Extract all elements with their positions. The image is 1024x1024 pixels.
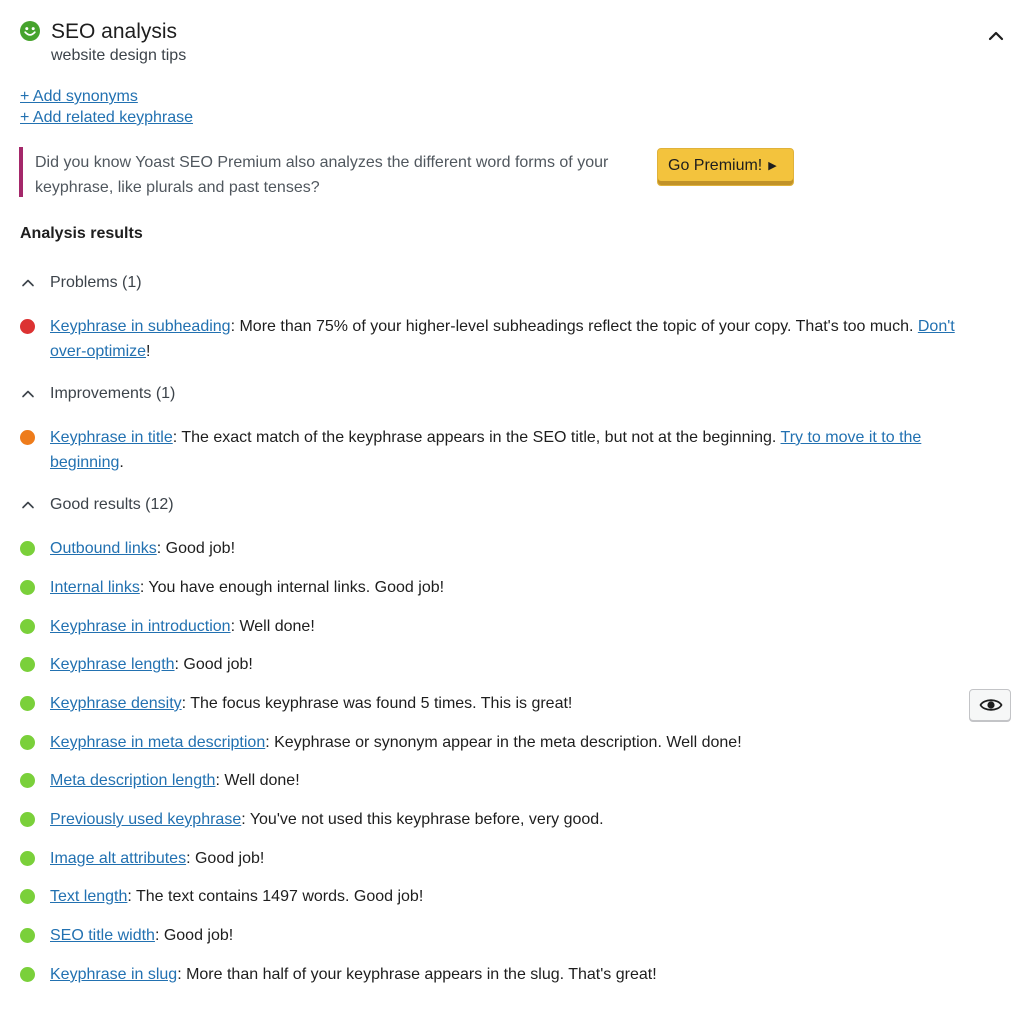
result-message: : The exact match of the keyphrase appea… <box>172 429 781 446</box>
bad-status-bullet <box>20 319 35 334</box>
eye-icon <box>979 699 1003 711</box>
premium-upsell-notice: Did you know Yoast SEO Premium also anal… <box>19 147 803 197</box>
result-assessment-link[interactable]: Previously used keyphrase <box>50 811 241 828</box>
good-status-bullet <box>20 541 35 556</box>
chevron-up-icon[interactable] <box>984 24 1008 48</box>
result-assessment-link[interactable]: Keyphrase density <box>50 695 182 712</box>
result-message: : Well done! <box>230 618 315 635</box>
result-text: Keyphrase length: Good job! <box>50 652 990 677</box>
result-message: : Good job! <box>186 850 265 867</box>
result-assessment-link[interactable]: Meta description length <box>50 772 215 789</box>
chevron-up-icon <box>22 501 34 509</box>
result-assessment-link[interactable]: Image alt attributes <box>50 850 186 867</box>
seo-analysis-header[interactable]: SEO analysis website design tips <box>20 18 1010 68</box>
result-text: Previously used keyphrase: You've not us… <box>50 807 990 832</box>
chevron-up-icon <box>22 390 34 398</box>
result-message: : Good job! <box>156 540 236 557</box>
good-status-bullet <box>20 889 35 904</box>
premium-notice-text: Did you know Yoast SEO Premium also anal… <box>35 154 609 196</box>
result-message: : Well done! <box>215 772 300 789</box>
good-status-bullet <box>20 851 35 866</box>
result-message: : You've not used this keyphrase before,… <box>241 811 604 828</box>
result-text: Keyphrase in slug: More than half of you… <box>50 962 990 987</box>
result-text: Keyphrase in title: The exact match of t… <box>50 425 990 475</box>
result-message: : The focus keyphrase was found 5 times.… <box>181 695 573 712</box>
problems-label: Problems (1) <box>50 274 142 291</box>
improvements-label: Improvements (1) <box>50 385 176 402</box>
result-text: SEO title width: Good job! <box>50 923 990 948</box>
add-related-keyphrase-link[interactable]: + Add related keyphrase <box>20 108 193 128</box>
result-assessment-link[interactable]: Internal links <box>50 579 140 596</box>
panel-title: SEO analysis <box>51 20 178 43</box>
result-text: Meta description length: Well done! <box>50 768 990 793</box>
good-status-bullet <box>20 735 35 750</box>
result-message-end: ! <box>146 343 151 360</box>
result-assessment-link[interactable]: Keyphrase in meta description <box>50 734 265 751</box>
go-premium-label: Go Premium! <box>668 157 763 174</box>
chevron-up-icon <box>22 279 34 287</box>
result-text: Outbound links: Good job! <box>50 536 990 561</box>
result-text: Keyphrase density: The focus keyphrase w… <box>50 691 990 716</box>
good-status-bullet <box>20 812 35 827</box>
result-assessment-link[interactable]: Keyphrase in introduction <box>50 618 231 635</box>
result-text: Text length: The text contains 1497 word… <box>50 884 990 909</box>
good-status-bullet <box>20 619 35 634</box>
result-assessment-link[interactable]: Outbound links <box>50 540 157 557</box>
result-assessment-link[interactable]: Keyphrase in subheading <box>50 318 231 335</box>
result-text: Keyphrase in subheading: More than 75% o… <box>50 314 990 364</box>
good-status-bullet <box>20 967 35 982</box>
caret-right-icon: ▶ <box>768 160 777 172</box>
result-message: : More than 75% of your higher-level sub… <box>230 318 918 335</box>
result-assessment-link[interactable]: SEO title width <box>50 927 155 944</box>
ok-status-bullet <box>20 430 35 445</box>
result-assessment-link[interactable]: Text length <box>50 888 127 905</box>
good-status-bullet <box>20 657 35 672</box>
good-status-bullet <box>20 696 35 711</box>
result-message: : Good job! <box>154 927 234 944</box>
result-text: Keyphrase in meta description: Keyphrase… <box>50 730 990 755</box>
result-assessment-link[interactable]: Keyphrase in slug <box>50 966 177 983</box>
highlight-keyphrase-button[interactable] <box>969 689 1011 721</box>
result-message: : Keyphrase or synonym appear in the met… <box>265 734 742 751</box>
smiley-face-icon <box>20 21 40 41</box>
add-synonyms-link[interactable]: + Add synonyms <box>20 87 138 107</box>
result-assessment-link[interactable]: Keyphrase in title <box>50 429 173 446</box>
result-text: Image alt attributes: Good job! <box>50 846 990 871</box>
focus-keyphrase-subtitle: website design tips <box>51 47 187 64</box>
good-status-bullet <box>20 773 35 788</box>
result-assessment-link[interactable]: Keyphrase length <box>50 656 175 673</box>
result-text: Keyphrase in introduction: Well done! <box>50 614 990 639</box>
good-status-bullet <box>20 580 35 595</box>
result-message-end: . <box>119 454 124 471</box>
result-message: : The text contains 1497 words. Good job… <box>127 888 424 905</box>
go-premium-button[interactable]: Go Premium! ▶ <box>657 148 794 186</box>
result-message: : Good job! <box>174 656 253 673</box>
result-message: : You have enough internal links. Good j… <box>139 579 445 596</box>
good-results-label: Good results (12) <box>50 496 174 513</box>
result-message: : More than half of your keyphrase appea… <box>177 966 657 983</box>
result-text: Internal links: You have enough internal… <box>50 575 990 600</box>
analysis-results-heading: Analysis results <box>20 225 143 242</box>
good-status-bullet <box>20 928 35 943</box>
